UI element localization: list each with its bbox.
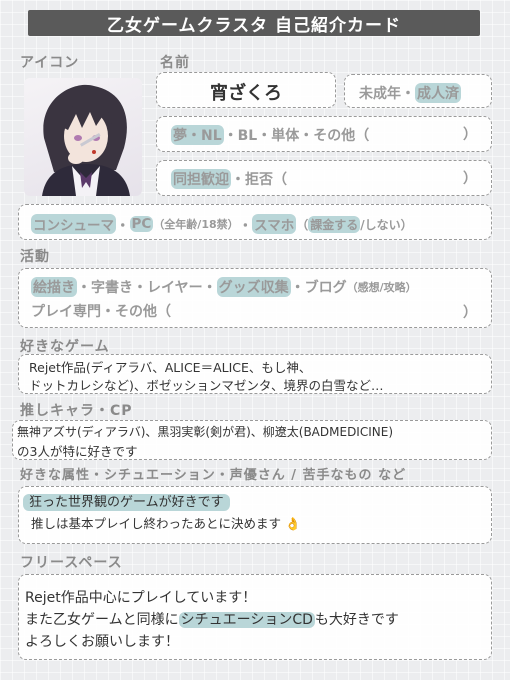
- label-free-space: フリースペース: [20, 555, 123, 571]
- label-icon: アイコン: [20, 55, 80, 71]
- activity-close: ）: [463, 305, 477, 321]
- age-field: 未成年 ・ 成人済: [344, 74, 492, 108]
- name-value: 宵ざくろ: [210, 83, 282, 104]
- platform-pc-note: （全年齢/18禁）: [153, 218, 239, 231]
- label-activity: 活動: [20, 249, 50, 265]
- free-space-field: Rejet作品中心にプレイしています！ また乙女ゲームと同様に シチュエーションC…: [18, 574, 492, 660]
- same-char-ok: 同担歓迎: [171, 169, 231, 189]
- free-space-line1: Rejet作品中心にプレイしています！: [25, 590, 257, 606]
- free-space-line2a: また乙女ゲームと同様に: [25, 612, 179, 628]
- age-sep: ・: [401, 86, 415, 102]
- same-char-rest: ・拒否（: [231, 172, 287, 188]
- label-oshi: 推しキャラ・CP: [20, 403, 133, 419]
- age-minor: 未成年: [359, 86, 401, 102]
- genre-yume: 夢・NL: [171, 125, 224, 145]
- activity-goods: グッズ収集: [216, 277, 291, 297]
- activity-row2: プレイ専門・その他（: [31, 304, 171, 320]
- platform-field: コンシューマ ・ PC （全年齢/18禁） ・ スマホ （ 課金する /しない）: [18, 204, 492, 240]
- likes-line1: 狂った世界観のゲームが好きです: [23, 494, 230, 511]
- favorite-games-field: Rejet作品(ディアラバ、ALICE＝ALICE、もし神、 ドットカレシなど)…: [18, 354, 492, 394]
- oshi-line: 無神アズサ(ディアラバ)、黒羽実彰(剣が君)、柳遼太(BADMEDICINE): [17, 425, 394, 439]
- card-title: 乙女ゲームクラスタ 自己紹介カード: [28, 10, 480, 36]
- genre-field: 夢・NL ・BL・単体・その他（ ）: [156, 116, 492, 152]
- same-char-field: 同担歓迎 ・拒否（ ）: [156, 160, 492, 196]
- platform-consumer: コンシューマ: [31, 214, 116, 234]
- age-adult: 成人済: [415, 83, 461, 103]
- activity-field: 絵描き ・字書き・レイヤー・ グッズ収集 ・ブログ （感想/攻略） プレイ専門・…: [18, 268, 492, 328]
- platform-pc: PC: [129, 216, 154, 232]
- likes-field: 狂った世界観のゲームが好きです 推しは基本プレイし終わったあとに決めます 👌: [18, 486, 492, 544]
- activity-art: 絵描き: [31, 277, 77, 297]
- character-portrait-icon: [42, 84, 130, 196]
- favorite-games-line: ドットカレシなど)、ボゼッションマゼンタ、境界の白雪など…: [29, 378, 384, 393]
- same-char-close: ）: [463, 171, 477, 187]
- platform-kakin-open: （: [296, 217, 309, 232]
- avatar: [24, 78, 142, 196]
- favorite-games-line: Rejet作品(ディアラバ、ALICE＝ALICE、もし神、: [29, 360, 312, 375]
- platform-dot: ・: [116, 218, 130, 234]
- platform-kakin-rest: /しない）: [360, 217, 413, 232]
- likes-line2: 推しは基本プレイし終わったあとに決めます: [31, 516, 282, 531]
- free-space-line2-hl: シチュエーションCD: [178, 612, 315, 628]
- label-likes: 好きな属性・シチュエーション・声優さん / 苦手なもの など: [20, 468, 407, 483]
- free-space-line3: よろしくお願いします！: [25, 634, 179, 650]
- platform-phone: スマホ: [252, 214, 297, 234]
- ok-hand-icon: 👌: [285, 516, 301, 531]
- oshi-field: 無神アズサ(ディアラバ)、黒羽実彰(剣が君)、柳遼太(BADMEDICINE) …: [12, 420, 492, 460]
- oshi-line: の3人が特に好きです: [17, 444, 138, 459]
- activity-row1-mid: ・字書き・レイヤー・: [77, 280, 217, 296]
- genre-rest: ・BL・単体・その他（: [223, 128, 370, 144]
- genre-close: ）: [463, 127, 477, 143]
- name-field: 宵ざくろ: [156, 72, 336, 108]
- activity-blog-note: （感想/攻略）: [346, 281, 417, 294]
- activity-row1-end: ・ブログ: [290, 280, 347, 296]
- label-favorite-games: 好きなゲーム: [20, 339, 110, 355]
- platform-kakin-yes: 課金する: [308, 215, 361, 233]
- free-space-line2b: も大好きです: [314, 612, 399, 628]
- platform-dot: ・: [238, 218, 253, 234]
- label-name: 名前: [160, 55, 190, 71]
